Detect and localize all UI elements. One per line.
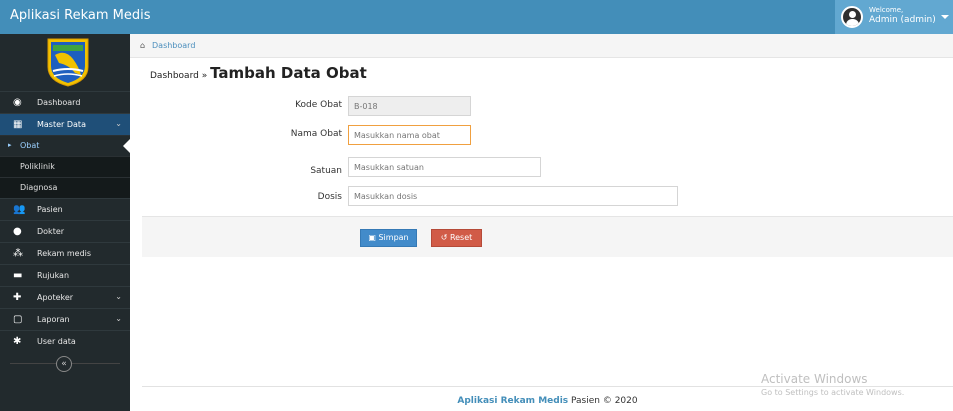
activate-windows-watermark: Activate Windows [761, 372, 868, 386]
satuan-field[interactable] [348, 157, 541, 177]
sidebar-item-dokter[interactable]: ● Dokter [0, 220, 130, 242]
footer: Aplikasi Rekam Medis Pasien © 2020 [142, 396, 953, 406]
undo-icon: ↺ [440, 233, 450, 242]
save-button[interactable]: ▣ Simpan [360, 229, 417, 247]
sidebar-item-rekam-medis[interactable]: ⁂ Rekam medis [0, 242, 130, 264]
grid-icon: ▦ [13, 119, 23, 130]
user-avatar-icon [841, 6, 863, 28]
reset-button[interactable]: ↺ Reset [431, 229, 482, 247]
form-actions: ▣ Simpan ↺ Reset [142, 216, 953, 257]
gear-icon: ✱ [13, 336, 22, 347]
chevron-down-icon: ⌄ [115, 292, 122, 301]
user-name: Admin (admin) [869, 15, 936, 25]
file-icon: ▢ [13, 314, 23, 325]
sidebar-item-label: Rujukan [37, 271, 70, 280]
chevron-down-icon: ⌄ [115, 119, 122, 128]
user-md-icon: ✚ [13, 292, 22, 303]
sidebar-item-apoteker[interactable]: ✚ Apoteker ⌄ [0, 286, 130, 308]
dosis-label: Dosis [317, 192, 342, 202]
page-title-main: Tambah Data Obat [210, 64, 367, 82]
caret-down-icon [941, 15, 949, 19]
sidebar-item-dashboard[interactable]: ◉ Dashboard [0, 91, 130, 113]
sidebar-item-label: Pasien [37, 205, 63, 214]
sidebar-subitem-label: Obat [20, 141, 40, 150]
user-menu[interactable]: Welcome, Admin (admin) [835, 0, 953, 34]
home-icon: ⌂ [140, 41, 146, 50]
footer-text: Pasien © 2020 [568, 396, 638, 406]
users-icon: 👥 [13, 204, 26, 215]
user-icon: ● [13, 226, 22, 237]
floppy-disk-icon: ▣ [368, 233, 379, 242]
reset-button-label: Reset [449, 233, 473, 242]
car-icon: ▬ [13, 270, 23, 281]
sidebar-subitem-poliklinik[interactable]: Poliklinik [0, 156, 130, 177]
logo-emblem-icon [47, 38, 89, 87]
sidebar-item-laporan[interactable]: ▢ Laporan ⌄ [0, 308, 130, 330]
group-icon: ⁂ [13, 248, 23, 259]
nama-obat-label: Nama Obat [290, 129, 342, 139]
sidebar-subitem-obat[interactable]: ▸ Obat [0, 135, 130, 156]
sidebar-collapse: « [0, 355, 130, 373]
breadcrumb-dashboard[interactable]: Dashboard [152, 41, 195, 50]
sidebar-item-user-data[interactable]: ✱ User data [0, 330, 130, 352]
satuan-label: Satuan [310, 166, 342, 176]
breadcrumb: ⌂ Dashboard [130, 34, 953, 58]
dashboard-icon: ◉ [13, 97, 22, 108]
double-chevron-left-icon[interactable]: « [56, 356, 72, 372]
sidebar-item-master-data[interactable]: ▦ Master Data ⌄ [0, 113, 130, 135]
dosis-field[interactable] [348, 186, 678, 206]
activate-windows-hint: Go to Settings to activate Windows. [761, 388, 905, 397]
footer-divider [142, 386, 953, 387]
sidebar-item-label: User data [37, 337, 76, 346]
sidebar: ◉ Dashboard ▦ Master Data ⌄ ▸ Obat Polik… [0, 34, 130, 411]
page-title-parent: Dashboard » [150, 71, 208, 81]
sidebar-item-label: Laporan [37, 315, 70, 324]
sidebar-subitem-label: Diagnosa [20, 183, 58, 192]
nama-obat-field[interactable] [348, 125, 471, 145]
active-notch [123, 139, 130, 153]
sidebar-item-label: Apoteker [37, 293, 74, 302]
page-title: Dashboard » Tambah Data Obat [150, 64, 367, 82]
sidebar-item-label: Dashboard [37, 98, 81, 107]
save-button-label: Simpan [378, 233, 409, 242]
sidebar-item-rujukan[interactable]: ▬ Rujukan [0, 264, 130, 286]
sidebar-item-label: Rekam medis [37, 249, 92, 258]
sidebar-item-label: Dokter [37, 227, 65, 236]
navbar: Aplikasi Rekam Medis Welcome, Admin (adm… [0, 0, 953, 34]
caret-right-icon: ▸ [8, 141, 12, 149]
kode-obat-label: Kode Obat [295, 100, 342, 110]
sidebar-subitem-label: Poliklinik [20, 162, 55, 171]
chevron-down-icon: ⌄ [115, 314, 122, 323]
footer-app-name: Aplikasi Rekam Medis [457, 396, 569, 406]
sidebar-subitem-diagnosa[interactable]: Diagnosa [0, 177, 130, 198]
kode-obat-field[interactable] [348, 96, 471, 116]
sidebar-item-pasien[interactable]: 👥 Pasien [0, 198, 130, 220]
user-welcome: Welcome, [869, 6, 904, 14]
app-brand[interactable]: Aplikasi Rekam Medis [10, 8, 151, 23]
sidebar-item-label: Master Data [37, 120, 86, 129]
